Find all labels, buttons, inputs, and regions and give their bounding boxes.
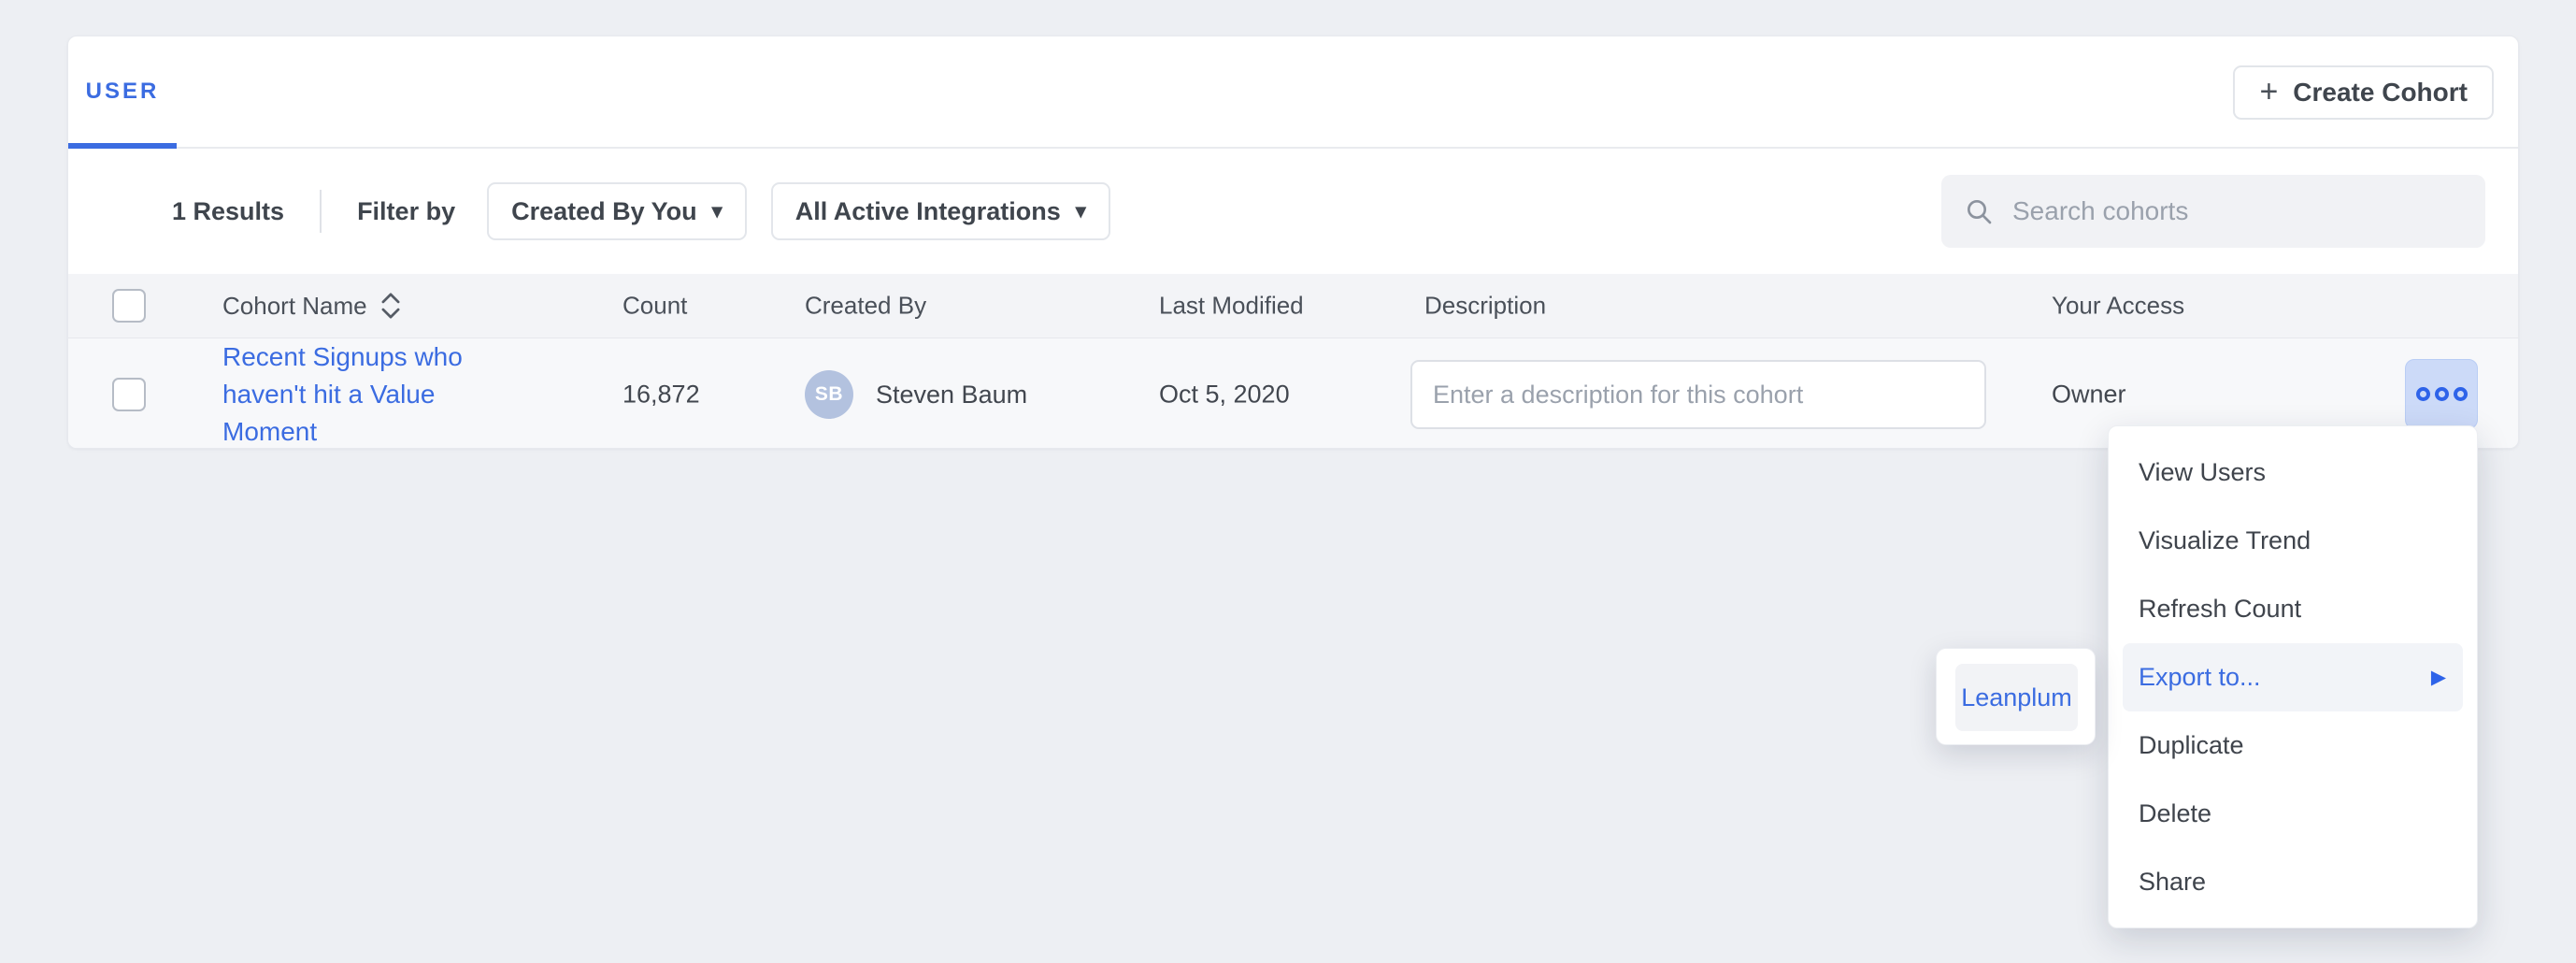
kebab-icon <box>2416 387 2468 401</box>
created-by-cell: SB Steven Baum <box>805 370 1027 419</box>
cohorts-page: { "tabs": { "user_label": "USER" }, "cre… <box>0 0 2576 963</box>
column-header-created-by[interactable]: Created By <box>805 292 926 321</box>
search-icon <box>1964 196 1994 226</box>
search-box[interactable] <box>1941 175 2485 248</box>
chevron-down-icon: ▾ <box>712 201 723 222</box>
row-actions-button[interactable] <box>2405 359 2478 429</box>
vertical-divider <box>320 190 322 233</box>
filter-bar: 1 Results Filter by Created By You ▾ All… <box>68 149 2518 274</box>
filter-by-label: Filter by <box>357 197 455 226</box>
created-by-dropdown-label: Created By You <box>511 197 697 226</box>
export-submenu: Leanplum <box>1936 648 2096 745</box>
created-by-dropdown[interactable]: Created By You ▾ <box>487 182 747 240</box>
column-header-your-access[interactable]: Your Access <box>2052 292 2184 321</box>
menu-item-view-users[interactable]: View Users <box>2109 438 2477 507</box>
tab-user[interactable]: USER <box>68 36 177 147</box>
column-header-cohort-name[interactable]: Cohort Name <box>222 290 403 322</box>
menu-item-refresh-count[interactable]: Refresh Count <box>2109 575 2477 643</box>
column-header-description[interactable]: Description <box>1424 292 1546 321</box>
chevron-down-icon: ▾ <box>1076 201 1086 222</box>
table-header: Cohort Name Count Created By Last Modifi… <box>68 274 2518 338</box>
search-input[interactable] <box>2011 195 2463 227</box>
plus-icon: + <box>2259 76 2278 108</box>
select-all-checkbox[interactable] <box>112 289 146 323</box>
tab-bar: USER + Create Cohort <box>68 36 2518 149</box>
menu-item-leanplum[interactable]: Leanplum <box>1955 664 2078 731</box>
menu-item-share[interactable]: Share <box>2109 848 2477 916</box>
column-header-last-modified[interactable]: Last Modified <box>1159 292 1304 321</box>
menu-item-delete[interactable]: Delete <box>2109 780 2477 848</box>
cohort-count: 16,872 <box>623 381 700 410</box>
avatar: SB <box>805 370 853 419</box>
sort-icon <box>379 290 403 322</box>
menu-item-export-to[interactable]: Export to... ▶ <box>2123 643 2463 711</box>
tab-user-label: USER <box>86 79 160 105</box>
create-cohort-label: Create Cohort <box>2293 78 2468 108</box>
last-modified-date: Oct 5, 2020 <box>1159 381 1290 410</box>
row-actions-menu: View Users Visualize Trend Refresh Count… <box>2108 425 2478 928</box>
results-count: 1 Results <box>172 197 284 226</box>
integrations-dropdown-label: All Active Integrations <box>795 197 1061 226</box>
cohorts-panel: USER + Create Cohort 1 Results Filter by… <box>67 36 2519 449</box>
row-checkbox[interactable] <box>112 378 146 411</box>
create-cohort-button[interactable]: + Create Cohort <box>2233 65 2494 120</box>
cohort-name-link[interactable]: Recent Signups who haven't hit a Value M… <box>222 338 473 449</box>
column-header-count[interactable]: Count <box>623 292 687 321</box>
created-by-name: Steven Baum <box>876 381 1027 410</box>
menu-item-export-to-label: Export to... <box>2139 663 2261 692</box>
description-input[interactable] <box>1410 360 1986 429</box>
menu-item-duplicate[interactable]: Duplicate <box>2109 711 2477 780</box>
access-level: Owner <box>2052 381 2126 410</box>
menu-item-visualize-trend[interactable]: Visualize Trend <box>2109 507 2477 575</box>
submenu-arrow-icon: ▶ <box>2431 666 2446 689</box>
integrations-dropdown[interactable]: All Active Integrations ▾ <box>771 182 1110 240</box>
